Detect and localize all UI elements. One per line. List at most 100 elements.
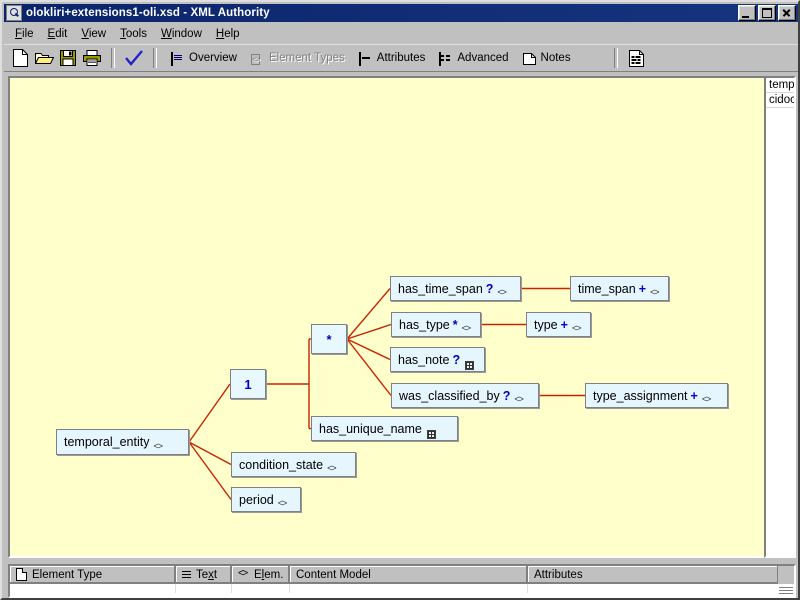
grid-column-text-label: Text bbox=[196, 568, 218, 581]
grid-body[interactable] bbox=[10, 584, 794, 596]
view-tab-attributes[interactable]: Attributes bbox=[352, 47, 433, 70]
close-button[interactable] bbox=[778, 5, 796, 21]
menu-edit-rest: dit bbox=[55, 28, 68, 40]
element-content-icon bbox=[153, 441, 163, 453]
list-item[interactable]: cidoc_ bbox=[766, 93, 794, 108]
view-tab-advanced[interactable]: Advanced bbox=[432, 47, 515, 70]
open-icon[interactable] bbox=[32, 47, 56, 70]
diagram-node-type_assignment[interactable]: type_assignment + bbox=[585, 383, 728, 408]
table-cell bbox=[10, 584, 176, 593]
new-icon[interactable] bbox=[8, 47, 32, 70]
diagram-node-label: has_type bbox=[399, 317, 450, 332]
diagram-node-has_type[interactable]: has_type * bbox=[391, 312, 481, 337]
resize-grip[interactable] bbox=[779, 587, 793, 596]
view-tab-notes[interactable]: Notes bbox=[516, 47, 578, 70]
minimize-button[interactable] bbox=[738, 5, 756, 21]
diagram-node-label: has_note bbox=[398, 352, 450, 367]
menu-bar: File Edit View Tools Window Help bbox=[4, 24, 798, 44]
table-cell bbox=[290, 584, 528, 593]
view-tab-element-types[interactable]: <> Element Types bbox=[244, 47, 352, 70]
menu-window[interactable]: Window bbox=[154, 26, 209, 42]
text-icon bbox=[182, 569, 191, 580]
grid-column-element-type[interactable]: Element Type bbox=[10, 566, 176, 584]
report-icon[interactable] bbox=[625, 47, 649, 70]
table-row[interactable] bbox=[10, 584, 794, 596]
menu-file-rest: ile bbox=[22, 28, 34, 40]
toolbar-separator-1 bbox=[111, 48, 115, 68]
diagram-canvas[interactable]: temporal_entity 1 * has_time_span? time_span… bbox=[10, 78, 794, 556]
table-cell bbox=[528, 584, 778, 593]
occurrence-indicator: + bbox=[690, 388, 698, 403]
grid-column-elem[interactable]: Elem. bbox=[232, 566, 290, 584]
occurrence-indicator: * bbox=[452, 317, 458, 332]
diagram-node-was_classified_by[interactable]: was_classified_by? bbox=[391, 383, 539, 408]
window-buttons bbox=[738, 5, 796, 21]
element-types-icon: <> bbox=[250, 53, 260, 65]
text-content-icon bbox=[465, 361, 475, 370]
toolbar-separator-2 bbox=[153, 48, 157, 68]
diamond-icon bbox=[238, 568, 249, 580]
diagram-node-has_time_span[interactable]: has_time_span? bbox=[390, 276, 521, 301]
diagram-node-temporal_entity[interactable]: temporal_entity bbox=[56, 429, 189, 455]
diagram-node-type[interactable]: type + bbox=[526, 312, 591, 337]
menu-file[interactable]: File bbox=[8, 26, 41, 42]
grid-column-element-type-label: Element Type bbox=[32, 568, 103, 581]
save-icon[interactable] bbox=[56, 47, 80, 70]
element-content-icon bbox=[650, 287, 660, 299]
grid-column-text[interactable]: Text bbox=[176, 566, 232, 584]
diagram-node-label: time_span bbox=[578, 281, 636, 296]
diagram-node-has_unique_name[interactable]: has_unique_name bbox=[311, 416, 458, 441]
diagram-node-label: 1 bbox=[244, 376, 252, 392]
validate-check-icon[interactable] bbox=[122, 47, 146, 70]
view-tab-overview[interactable]: Overview bbox=[164, 47, 244, 70]
application-window: olokliri+extensions1-oli.xsd - XML Autho… bbox=[0, 0, 800, 600]
page-icon bbox=[16, 568, 27, 581]
attributes-icon bbox=[358, 51, 372, 66]
view-tab-element-types-label: Element Types bbox=[268, 52, 345, 64]
grid-column-attributes-label: Attributes bbox=[534, 568, 583, 581]
diagram-node-condition_state[interactable]: condition_state bbox=[231, 452, 356, 477]
print-icon[interactable] bbox=[80, 47, 104, 70]
advanced-icon bbox=[439, 51, 452, 66]
text-content-icon bbox=[426, 430, 436, 439]
menu-help-rest: elp bbox=[224, 28, 240, 40]
maximize-button[interactable] bbox=[758, 5, 776, 21]
element-list-panel[interactable]: tempo cidoc_ bbox=[764, 76, 796, 558]
grid-column-attributes[interactable]: Attributes bbox=[528, 566, 778, 584]
toolbar-separator-3 bbox=[613, 48, 618, 68]
diagram-node-has_note[interactable]: has_note? bbox=[390, 347, 485, 372]
menu-edit[interactable]: Edit bbox=[41, 26, 75, 42]
menu-help[interactable]: Help bbox=[209, 26, 247, 42]
occurrence-indicator: ? bbox=[452, 352, 461, 367]
grid-column-content-model-label: Content Model bbox=[296, 568, 371, 581]
diagram-node-one[interactable]: 1 bbox=[230, 369, 266, 399]
diagram-node-period[interactable]: period bbox=[231, 487, 301, 512]
view-tab-advanced-label: Advanced bbox=[457, 52, 509, 64]
diagram-node-label: has_unique_name bbox=[319, 421, 422, 436]
view-tab-attributes-label: Attributes bbox=[376, 52, 426, 64]
diagram-node-label: was_classified_by bbox=[399, 388, 500, 403]
diagram-node-time_span[interactable]: time_span + bbox=[570, 276, 669, 301]
grid-column-content-model[interactable]: Content Model bbox=[290, 566, 528, 584]
list-item[interactable]: tempo bbox=[766, 78, 794, 93]
element-content-icon bbox=[462, 323, 472, 335]
occurrence-indicator: + bbox=[638, 281, 646, 296]
element-content-icon bbox=[572, 323, 582, 335]
diagram-node-label: period bbox=[239, 492, 274, 507]
menu-view[interactable]: View bbox=[74, 26, 113, 42]
diagram-node-star[interactable]: * bbox=[311, 324, 347, 354]
occurrence-indicator: ? bbox=[485, 281, 494, 296]
diagram-node-label: has_time_span bbox=[398, 281, 483, 296]
window-title: olokliri+extensions1-oli.xsd - XML Autho… bbox=[26, 7, 270, 19]
diagram-node-label: type_assignment bbox=[593, 388, 688, 403]
view-tab-overview-label: Overview bbox=[189, 52, 237, 64]
diagram-node-label: * bbox=[326, 331, 332, 347]
occurrence-indicator: + bbox=[560, 317, 568, 332]
title-bar: olokliri+extensions1-oli.xsd - XML Autho… bbox=[4, 4, 798, 22]
diagram-canvas-scroll[interactable]: temporal_entity 1 * has_time_span? time_span… bbox=[8, 76, 796, 558]
diagram-node-label: condition_state bbox=[239, 457, 324, 472]
menu-tools-rest: ools bbox=[125, 28, 147, 40]
grid-header-row: Element Type Text Elem. Content Model At… bbox=[10, 566, 794, 584]
element-content-icon bbox=[497, 287, 507, 299]
menu-tools[interactable]: Tools bbox=[113, 26, 154, 42]
